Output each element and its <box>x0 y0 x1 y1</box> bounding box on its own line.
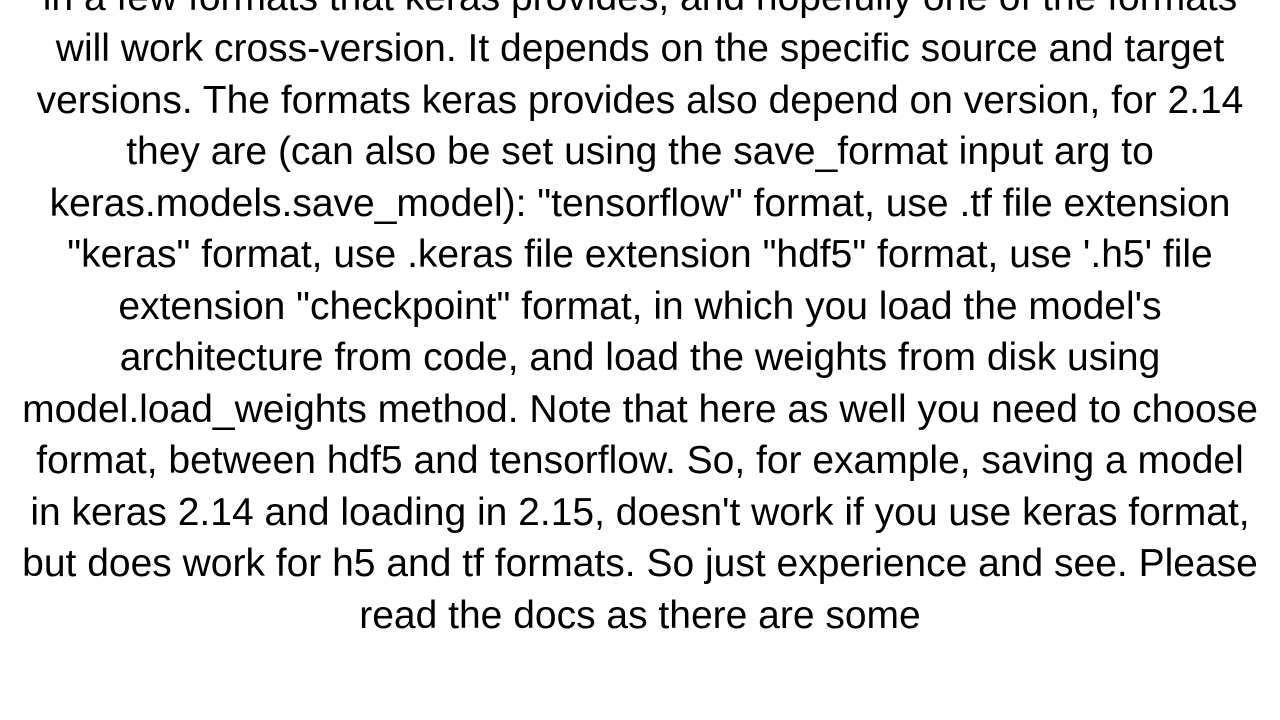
document-body: in a few formats that keras provides, an… <box>0 0 1280 641</box>
body-text: in a few formats that keras provides, an… <box>22 0 1258 637</box>
